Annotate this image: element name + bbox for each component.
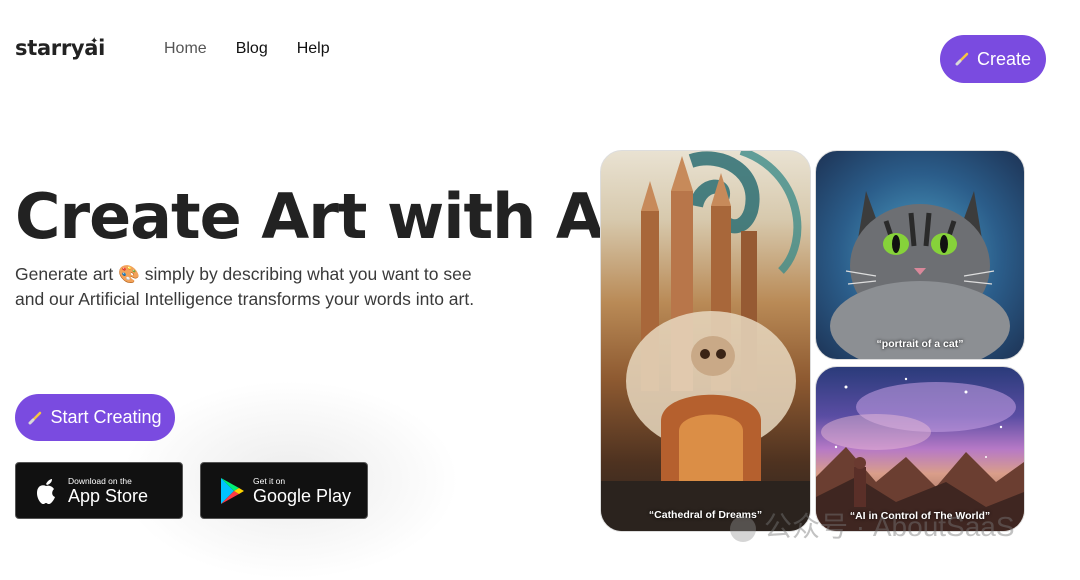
google-play-button[interactable]: Get it on Google Play [200, 462, 368, 519]
wechat-icon [730, 515, 756, 542]
app-store-small-text: Download on the [68, 475, 132, 486]
paintbrush-icon [955, 52, 969, 66]
gallery-image-cat: “portrait of a cat” [815, 150, 1025, 360]
sparkle-icon: ✦ [90, 36, 99, 47]
nav-link-home[interactable]: Home [164, 40, 207, 58]
hero-subtitle-line: and our Artificial Intelligence transfor… [15, 289, 475, 309]
apple-icon [37, 478, 55, 504]
cat-artwork [830, 191, 1010, 359]
paintbrush-icon [28, 411, 42, 424]
app-store-big-text: App Store [68, 485, 149, 506]
nav-link-help[interactable]: Help [297, 40, 330, 58]
create-button-label: Create [976, 48, 1032, 69]
nav-link-blog[interactable]: Blog [236, 40, 268, 58]
google-play-icon [221, 477, 244, 504]
page-title: Create Art with AI [15, 180, 626, 253]
google-play-small-text: Get it on [253, 475, 286, 486]
gallery-image-cathedral: “Cathedral of Dreams” [600, 150, 811, 532]
cathedral-artwork [601, 151, 810, 531]
create-button[interactable]: Create [940, 35, 1046, 83]
gallery-caption: “portrait of a cat” [876, 338, 964, 350]
hero-subtitle: Generate art 🎨 simply by describing what… [15, 262, 535, 312]
watermark-text: 公众号 · AboutSaaS [764, 511, 1015, 542]
watermark: 公众号 · AboutSaaS [730, 505, 1015, 545]
main-nav: Home Blog Help [164, 40, 330, 58]
google-play-big-text: Google Play [253, 485, 352, 506]
hero-subtitle-line: Generate art 🎨 simply by describing what… [15, 264, 472, 284]
start-creating-button[interactable]: Start Creating [15, 394, 175, 441]
app-store-button[interactable]: Download on the App Store [15, 462, 183, 519]
start-creating-label: Start Creating [50, 407, 162, 427]
